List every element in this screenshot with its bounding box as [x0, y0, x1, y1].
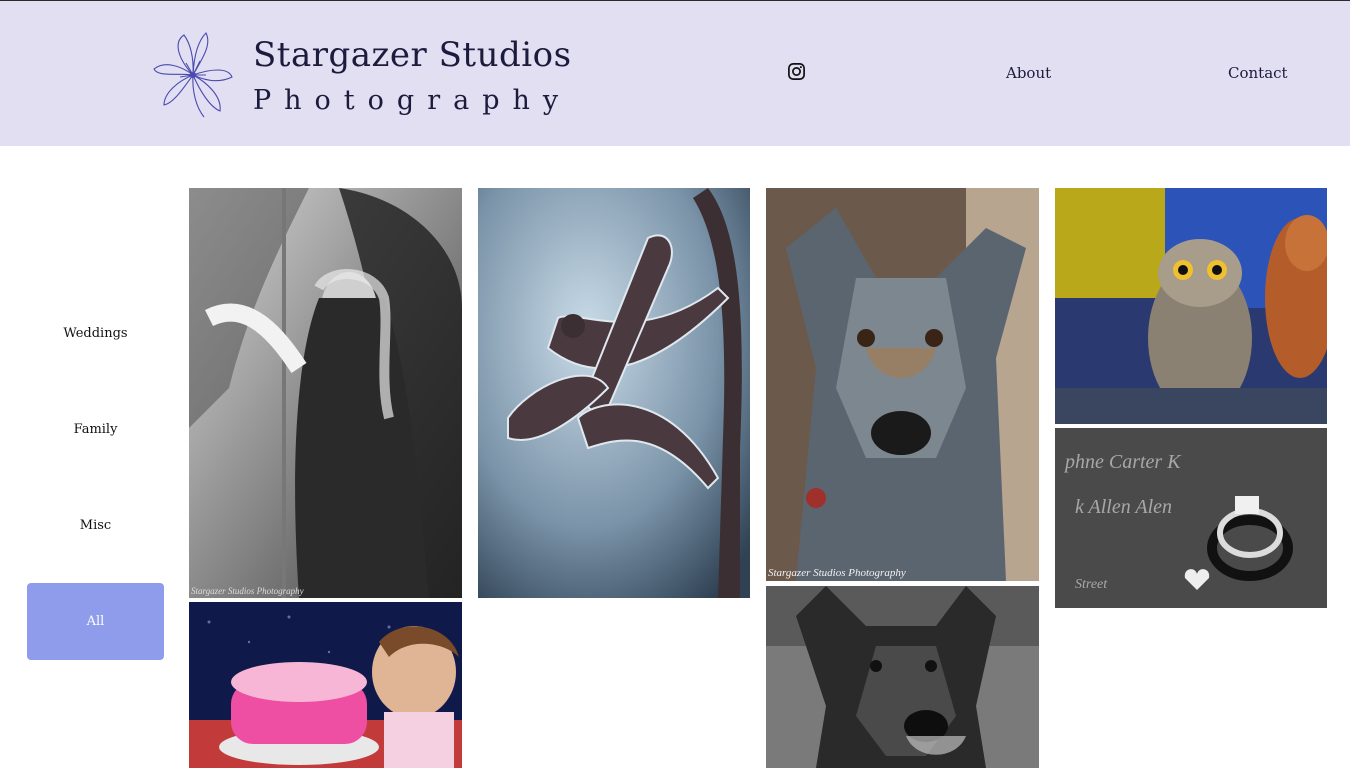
photo-baby-cake[interactable] [189, 602, 462, 768]
svg-text:phne Carter K: phne Carter K [1063, 451, 1182, 473]
filter-family[interactable]: Family [27, 391, 164, 468]
site-subtitle: Photography [253, 85, 572, 116]
photo-dog-bw[interactable] [766, 586, 1039, 768]
site-header: Stargazer Studios Photography About Cont… [0, 0, 1350, 146]
photo-wedding-rings[interactable]: phne Carter K k Allen Alen Street [1055, 428, 1327, 608]
lily-logo-icon[interactable] [150, 31, 236, 119]
instagram-icon[interactable] [787, 62, 806, 81]
photo-watermark: Stargazer Studios Photography [768, 567, 906, 579]
filter-misc[interactable]: Misc [27, 487, 164, 564]
photo-blue-heeler[interactable]: Stargazer Studios Photography [766, 188, 1039, 581]
photo-owls[interactable] [1055, 188, 1327, 424]
svg-text:Street: Street [1075, 577, 1108, 592]
photo-archer[interactable]: Stargazer Studios Photography [189, 188, 462, 598]
nav-about-link[interactable]: About [1006, 64, 1051, 82]
filter-weddings[interactable]: Weddings [27, 295, 164, 372]
photo-dragonfly[interactable] [478, 188, 750, 598]
filter-all[interactable]: All [27, 583, 164, 660]
nav-contact-link[interactable]: Contact [1228, 64, 1288, 82]
site-title: Stargazer Studios [253, 35, 572, 75]
svg-text:k Allen Alen: k Allen Alen [1075, 496, 1172, 518]
photo-watermark: Stargazer Studios Photography [191, 586, 304, 596]
